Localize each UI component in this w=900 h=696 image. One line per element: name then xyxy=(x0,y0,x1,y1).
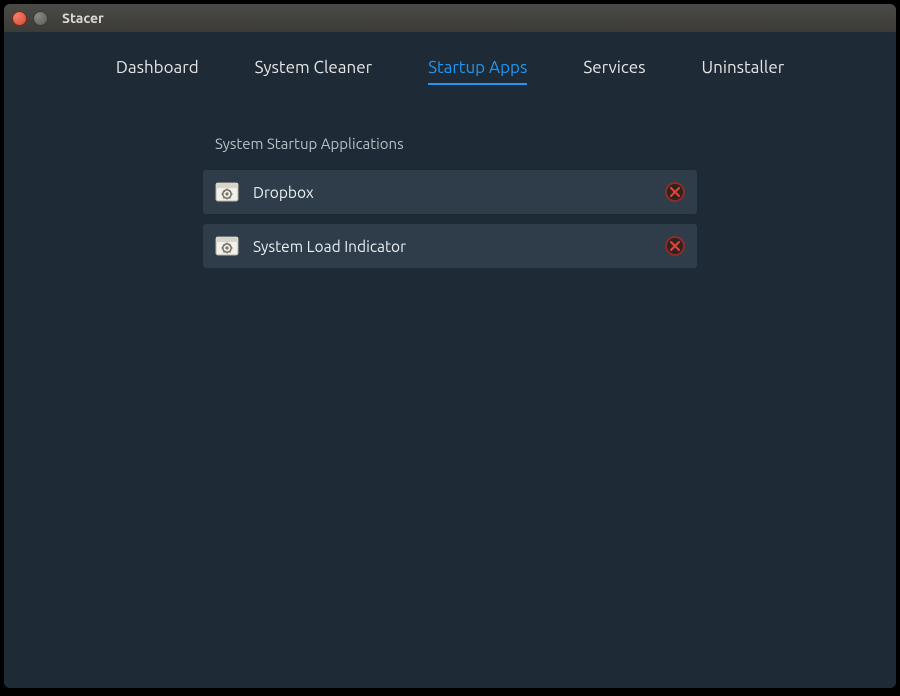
startup-apps-section: System Startup Applications Dropbox xyxy=(203,135,697,278)
tab-system-cleaner[interactable]: System Cleaner xyxy=(255,58,372,85)
window-minimize-button[interactable] xyxy=(33,11,48,26)
list-item: System Load Indicator xyxy=(203,224,697,268)
close-icon xyxy=(670,241,680,251)
app-settings-icon xyxy=(215,234,239,258)
tab-services[interactable]: Services xyxy=(583,58,645,85)
tab-uninstaller[interactable]: Uninstaller xyxy=(702,58,785,85)
app-name-label: Dropbox xyxy=(253,184,665,201)
app-name-label: System Load Indicator xyxy=(253,238,665,255)
remove-app-button[interactable] xyxy=(665,182,685,202)
tab-dashboard[interactable]: Dashboard xyxy=(116,58,199,85)
window-title: Stacer xyxy=(62,10,104,26)
close-icon xyxy=(670,187,680,197)
tab-startup-apps[interactable]: Startup Apps xyxy=(428,58,527,85)
remove-app-button[interactable] xyxy=(665,236,685,256)
tab-bar: Dashboard System Cleaner Startup Apps Se… xyxy=(4,32,896,95)
section-title: System Startup Applications xyxy=(203,135,697,152)
app-settings-icon xyxy=(215,180,239,204)
list-item: Dropbox xyxy=(203,170,697,214)
content-area: Dashboard System Cleaner Startup Apps Se… xyxy=(4,32,896,688)
window-close-button[interactable] xyxy=(12,11,27,26)
app-window: Stacer Dashboard System Cleaner Startup … xyxy=(4,4,896,688)
titlebar: Stacer xyxy=(4,4,896,32)
